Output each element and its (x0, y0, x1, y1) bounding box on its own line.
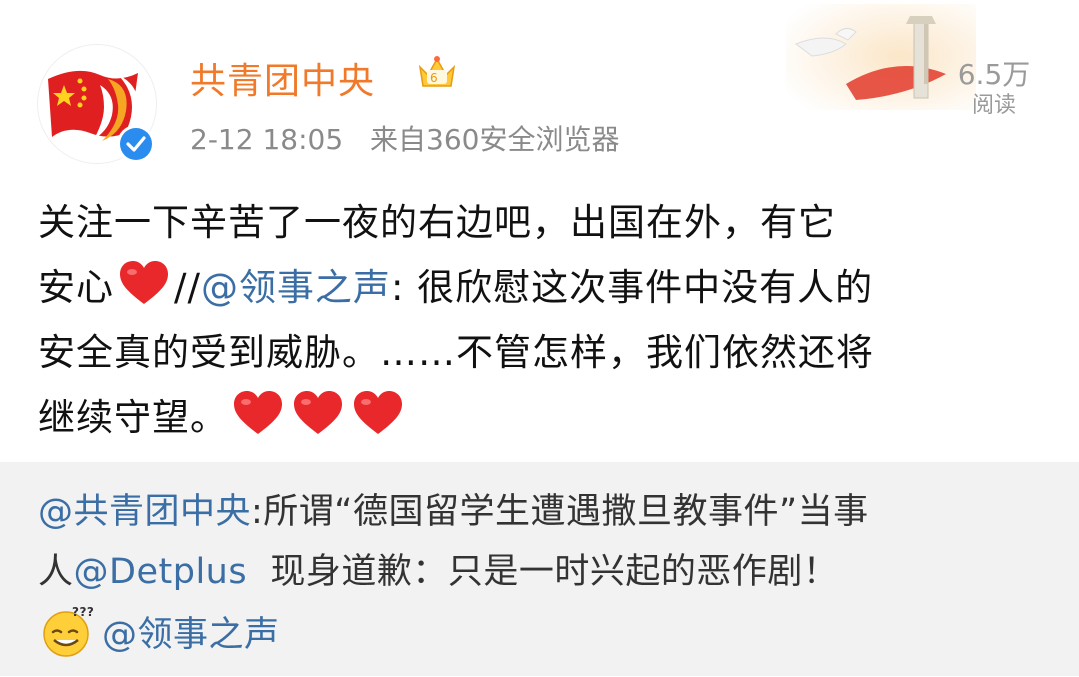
repost-line: ??? @领事之声 (38, 602, 1058, 665)
doubt-emoji-icon: ??? (38, 602, 98, 658)
post-content: 关注一下辛苦了一夜的右边吧，出国在外，有它 安心 //@领事之声: 很欣慰这次事件… (38, 190, 1048, 450)
post-time: 2-12 18:05 (190, 123, 344, 156)
original-post: 共青团中央 6 2-12 18:05 来自360安全浏览器 6.5万 阅读 关注… (0, 0, 1079, 462)
repost-line: 人@Detplus 现身道歉：只是一时兴起的恶作剧！ (38, 542, 1058, 602)
svg-text:???: ??? (72, 605, 94, 619)
post-meta: 2-12 18:05 来自360安全浏览器 (190, 118, 620, 158)
mention-link[interactable]: @领事之声 (201, 266, 391, 309)
author-name[interactable]: 共青团中央 (190, 52, 375, 104)
verified-badge (117, 125, 155, 163)
read-count-number: 6.5万 (957, 58, 1031, 91)
heart-icon (352, 390, 404, 436)
repost-line: @共青团中央:所谓“德国留学生遭遇撒旦教事件”当事 (38, 482, 1058, 542)
crown-vip-icon[interactable]: 6 (416, 53, 458, 93)
repost-text: :所谓“德国留学生遭遇撒旦教事件”当事 (251, 492, 869, 532)
verified-icon (120, 128, 152, 160)
mention-link[interactable]: @领事之声 (102, 615, 280, 655)
mention-link[interactable]: @Detplus (74, 552, 248, 592)
heart-icon (292, 390, 344, 436)
post-line: 关注一下辛苦了一夜的右边吧，出国在外，有它 (38, 201, 836, 244)
post-line: 安心 //@领事之声: 很欣慰这次事件中没有人的 (38, 255, 1048, 320)
post-text: 继续守望。 (38, 396, 228, 439)
repost-content: @共青团中央:所谓“德国留学生遭遇撒旦教事件”当事 人@Detplus 现身道歉… (38, 482, 1058, 665)
heart-icon (118, 260, 170, 306)
read-count-label: 阅读 (971, 93, 1016, 118)
post-text: : 很欣慰这次事件中没有人的 (390, 266, 874, 309)
repost-text: 现身道歉：只是一时兴起的恶作剧！ (247, 552, 839, 592)
repost-card[interactable]: @共青团中央:所谓“德国留学生遭遇撒旦教事件”当事 人@Detplus 现身道歉… (0, 462, 1079, 676)
svg-text:6: 6 (430, 71, 438, 85)
heart-icon (232, 390, 284, 436)
post-text: 安心 (38, 266, 114, 309)
post-source[interactable]: 来自360安全浏览器 (370, 123, 619, 156)
repost-text: 人 (38, 552, 74, 592)
decorative-banner (786, 4, 976, 110)
read-count: 6.5万 阅读 (949, 58, 1039, 120)
post-text: // (174, 266, 201, 309)
post-line: 安全真的受到威胁。……不管怎样，我们依然还将 (38, 331, 874, 374)
mention-link[interactable]: @共青团中央 (38, 492, 251, 532)
post-line: 继续守望。 (38, 385, 1048, 450)
dove-pillar-decoration-icon (786, 4, 976, 110)
